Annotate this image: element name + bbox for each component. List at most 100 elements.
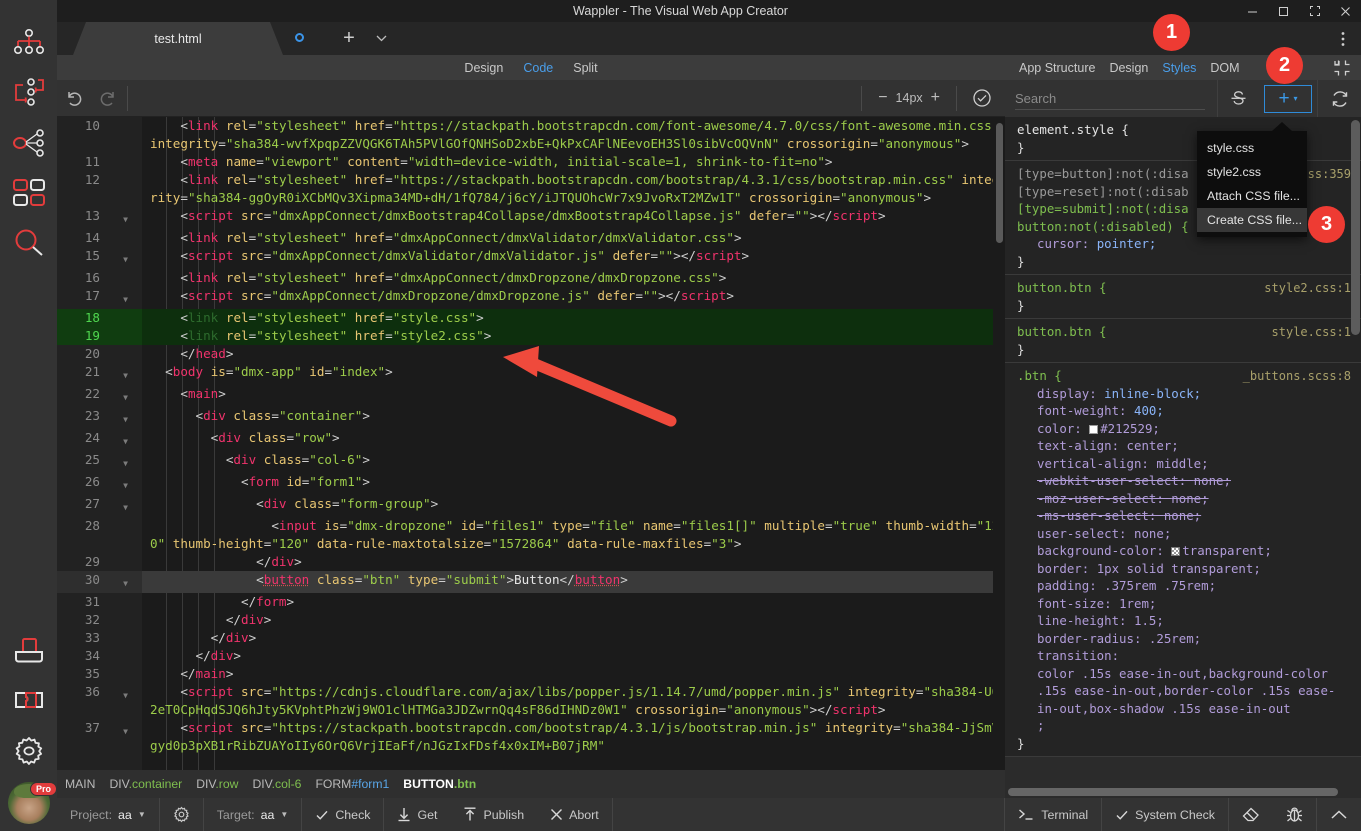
css-declaration[interactable]: font-weight: 400; [1017,402,1349,420]
css-declaration[interactable]: padding: .375rem .75rem; [1017,577,1349,595]
styles-scrollbar[interactable] [1351,120,1360,792]
css-declaration[interactable]: user-select: none; [1017,525,1349,543]
code-line[interactable]: 26 ▼ <form id="form1"> [57,473,1005,495]
settings-gear-icon[interactable] [8,730,50,772]
css-declaration[interactable]: display: inline-block; [1017,385,1349,403]
maximize-button[interactable] [1268,0,1299,22]
dropdown-menu-item[interactable]: style.css [1197,136,1307,160]
css-declaration[interactable]: vertical-align: middle; [1017,455,1349,473]
components-icon[interactable] [8,172,50,214]
check-button[interactable]: Check [302,798,383,831]
css-declaration[interactable]: font-size: 1rem; [1017,595,1349,613]
new-tab-button[interactable]: + [336,25,362,51]
css-declaration[interactable]: transition: [1017,647,1349,665]
fold-arrow-icon[interactable]: ▼ [109,207,142,229]
css-rule-origin[interactable]: style.css:1 [1272,324,1351,342]
publish-button[interactable]: Publish [450,798,537,831]
bug-icon[interactable] [1273,798,1316,831]
data-bindings-icon[interactable] [8,122,50,164]
css-rule[interactable]: style2.css:1 button.btn {} [1005,275,1361,319]
css-declaration[interactable]: color .15s ease-in-out,background-color … [1017,665,1349,718]
code-line[interactable]: 24 ▼ <div class="row"> [57,429,1005,451]
css-rule[interactable]: style.css:1 button.btn {} [1005,319,1361,363]
user-avatar[interactable]: Pro [8,782,58,824]
editor-scrollbar-thumb[interactable] [996,123,1003,243]
fold-arrow-icon[interactable]: ▼ [109,247,142,269]
font-size-decrease-button[interactable]: − [878,89,887,107]
css-declaration[interactable]: background-color: transparent; [1017,542,1349,560]
close-button[interactable] [1330,0,1361,22]
styles-horizontal-scrollbar[interactable] [1008,788,1338,796]
fullscreen-button[interactable] [1299,0,1330,22]
css-declaration[interactable]: border: 1px solid transparent; [1017,560,1349,578]
breadcrumb-item[interactable]: DIV.container [109,777,182,791]
panel-tab-dom[interactable]: DOM [1210,61,1239,75]
view-mode-design[interactable]: Design [464,61,503,75]
code-editor[interactable]: 10 <link rel="stylesheet" href="https://… [57,117,1005,770]
file-tab-test-html[interactable]: test.html [73,22,283,55]
code-line[interactable]: 19 <link rel="stylesheet" href="style2.c… [57,327,1005,345]
css-declaration[interactable]: cursor: pointer; [1017,235,1349,253]
dropdown-menu-item[interactable]: Create CSS file... [1197,208,1307,232]
kebab-menu-button[interactable] [1333,28,1353,50]
redo-icon[interactable] [91,80,125,117]
view-mode-split[interactable]: Split [573,61,597,75]
code-line[interactable]: 14 <link rel="stylesheet" href="dmxAppCo… [57,229,1005,247]
code-line[interactable]: 36 ▼ <script src="https://cdnjs.cloudflar… [57,683,1005,719]
code-line[interactable]: 25 ▼ <div class="col-6"> [57,451,1005,473]
view-mode-code[interactable]: Code [523,61,553,75]
code-line[interactable]: 33 </div> [57,629,1005,647]
code-line[interactable]: 31 </form> [57,593,1005,611]
css-declaration[interactable]: -ms-user-select: none; [1017,507,1349,525]
css-file-dropdown-menu[interactable]: style.css style2.css Attach CSS file... Cre… [1197,122,1307,237]
code-line[interactable]: 34 </div> [57,647,1005,665]
breadcrumb-item[interactable]: MAIN [65,777,95,791]
abort-button[interactable]: Abort [537,798,612,831]
panel-tab-styles[interactable]: Styles [1162,61,1196,75]
project-selector[interactable]: Project: aa ▼ [57,798,159,831]
get-button[interactable]: Get [384,798,450,831]
code-line[interactable]: 30 ▼ <button class="btn" type="submit">Bu… [57,571,1005,593]
terminal-button[interactable]: Terminal [1005,798,1101,831]
collapse-panel-icon[interactable] [1333,59,1351,77]
code-line[interactable]: 15 ▼ <script src="dmxAppConnect/dmxValida… [57,247,1005,269]
breadcrumb-item[interactable]: DIV.col-6 [252,777,301,791]
dropdown-menu-item[interactable]: style2.css [1197,160,1307,184]
code-line[interactable]: 13 ▼ <script src="dmxAppConnect/dmxBootst… [57,207,1005,229]
fold-arrow-icon[interactable]: ▼ [109,363,142,385]
css-declaration[interactable]: -webkit-user-select: none; [1017,472,1349,490]
search-input[interactable] [1015,87,1205,110]
editor-scrollbar[interactable] [993,117,1005,770]
extensions-icon[interactable] [8,680,50,722]
target-selector[interactable]: Target: aa ▼ [204,798,302,831]
breadcrumb-item[interactable]: FORM#form1 [315,777,389,791]
css-rule-origin[interactable]: ss:359 [1308,166,1351,184]
code-line[interactable]: 32 </div> [57,611,1005,629]
code-line[interactable]: 18 <link rel="stylesheet" href="style.cs… [57,309,1005,327]
fold-arrow-icon[interactable]: ▼ [109,287,142,309]
css-declaration[interactable]: ; [1017,717,1349,735]
app-structure-icon[interactable] [8,22,50,64]
code-line[interactable]: 16 <link rel="stylesheet" href="dmxAppCo… [57,269,1005,287]
code-line[interactable]: 12 <link rel="stylesheet" href="https://… [57,171,1005,207]
code-line[interactable]: 37 ▼ <script src="https://stackpath.boots… [57,719,1005,755]
font-size-increase-button[interactable]: + [931,89,940,107]
css-rule[interactable]: ss:359 [type=button]:not(:disa [type=reset… [1005,161,1361,275]
fold-arrow-icon[interactable]: ▼ [109,385,142,407]
fold-arrow-icon[interactable]: ▼ [109,571,142,593]
fold-arrow-icon[interactable]: ▼ [109,407,142,429]
minimize-button[interactable] [1237,0,1268,22]
check-circle-icon[interactable] [959,80,1005,117]
fold-arrow-icon[interactable]: ▼ [109,473,142,495]
css-rule[interactable]: element.style {} [1005,117,1361,161]
css-declaration[interactable]: -moz-user-select: none; [1017,490,1349,508]
fold-arrow-icon[interactable]: ▼ [109,495,142,517]
eraser-icon[interactable] [1229,798,1273,831]
fold-arrow-icon[interactable]: ▼ [109,683,142,719]
undo-icon[interactable] [57,80,91,117]
code-line[interactable]: 28 <input is="dmx-dropzone" id="files1" … [57,517,1005,553]
code-line[interactable]: 27 ▼ <div class="form-group"> [57,495,1005,517]
code-line[interactable]: 11 <meta name="viewport" content="width=… [57,153,1005,171]
panel-tab-design[interactable]: Design [1109,61,1148,75]
add-css-file-button[interactable]: + ▾ [1264,84,1312,113]
